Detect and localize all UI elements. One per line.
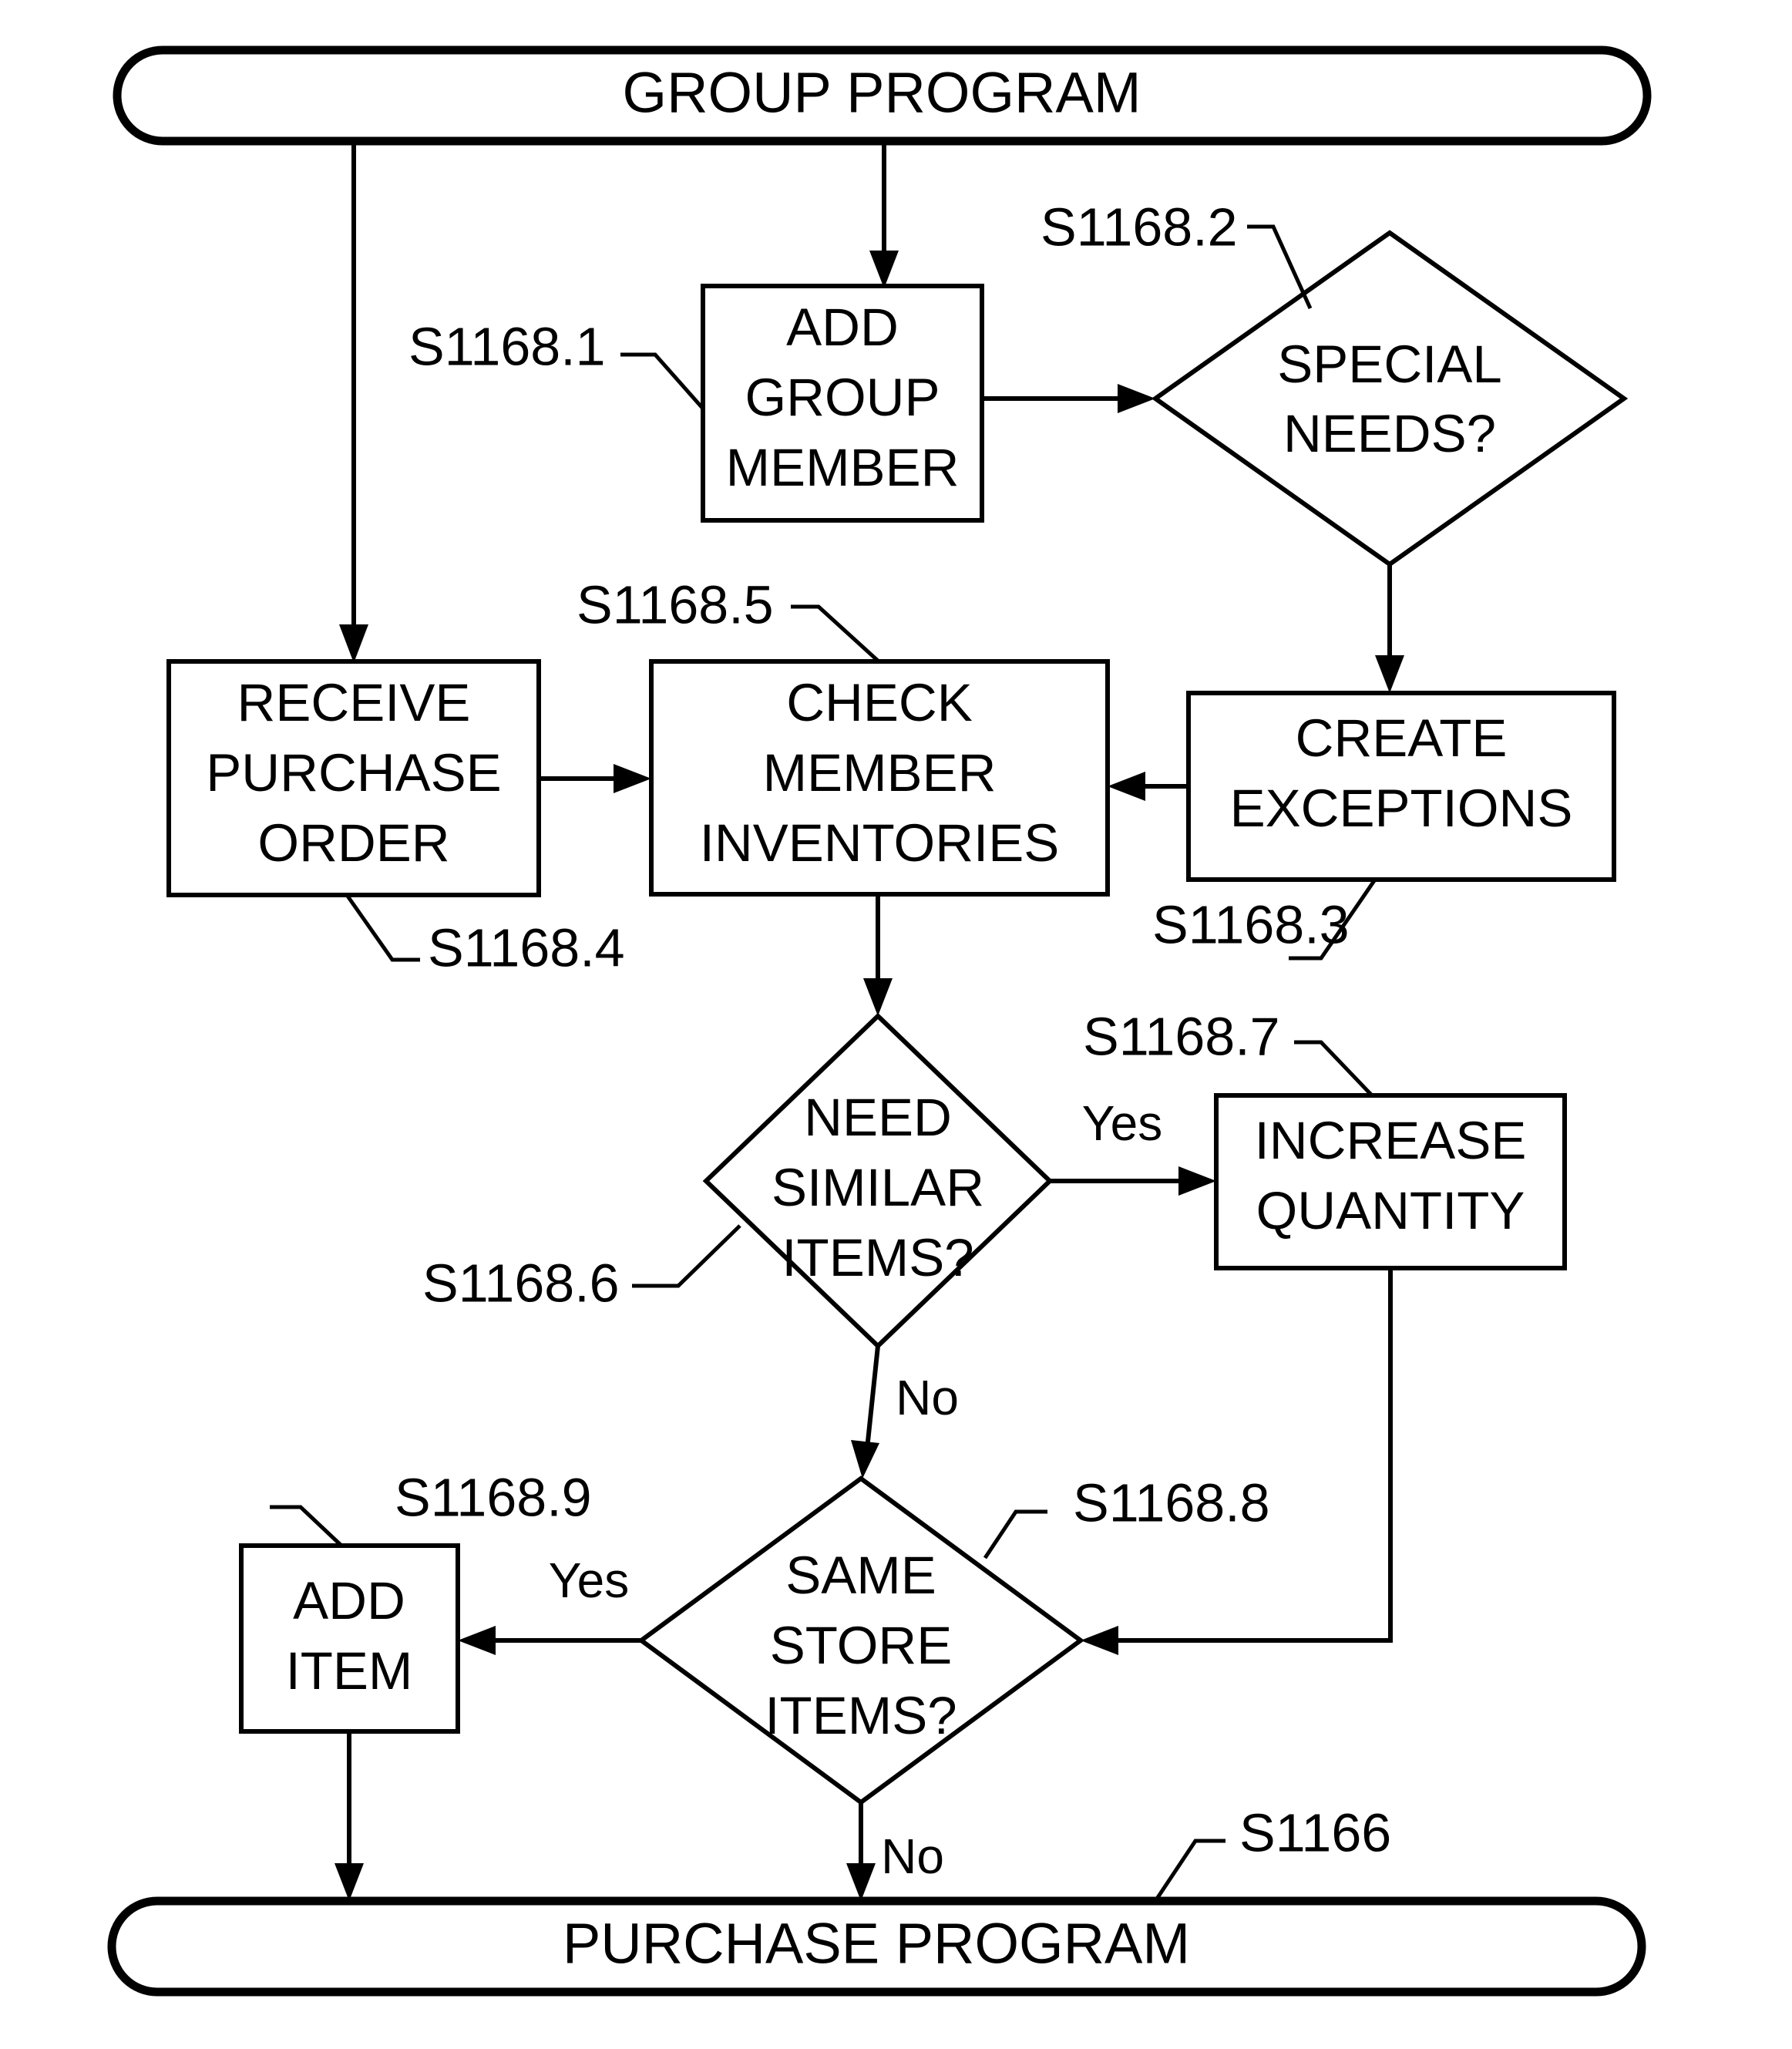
ref-label-s1168-7: S1168.7 — [1083, 1006, 1280, 1066]
process-receive-purchase-order: RECEIVE PURCHASE ORDER — [166, 659, 541, 897]
ref-label-s1168-1: S1168.1 — [408, 316, 606, 376]
increase-quantity-line1: INCREASE — [1255, 1111, 1527, 1170]
terminator-end-label: PURCHASE PROGRAM — [563, 1912, 1190, 1976]
process-create-exceptions: CREATE EXCEPTIONS — [1186, 691, 1616, 882]
terminator-start-label: GROUP PROGRAM — [623, 61, 1141, 125]
ref-callout-s1168-8: S1168.8 — [983, 1472, 1270, 1559]
special-needs-line1: SPECIAL — [1277, 335, 1501, 394]
ref-callout-s1168-2: S1168.2 — [1041, 197, 1313, 310]
ref-label-s1168-9: S1168.9 — [395, 1467, 592, 1527]
edge-need-similar-items-yes-to-increase-quantity: Yes — [1050, 1095, 1216, 1196]
terminator-purchase-program: PURCHASE PROGRAM — [107, 1896, 1646, 1997]
edge-increase-quantity-to-same-store-items — [1081, 1268, 1393, 1655]
need-similar-items-line1: NEED — [804, 1088, 952, 1147]
create-exceptions-line1: CREATE — [1296, 708, 1508, 768]
edge-create-exceptions-to-check-member-inventories — [1108, 772, 1189, 801]
check-member-inventories-line2: MEMBER — [763, 743, 997, 802]
ref-label-s1168-2: S1168.2 — [1041, 197, 1238, 257]
same-store-items-line3: ITEMS? — [765, 1686, 957, 1745]
edge-add-group-member-to-special-needs — [982, 384, 1155, 413]
receive-purchase-order-line1: RECEIVE — [237, 673, 471, 732]
edge-same-store-items-yes-to-add-item: Yes — [458, 1553, 641, 1655]
edge-receive-purchase-order-to-check-member-inventories — [539, 764, 651, 793]
same-store-items-line1: SAME — [785, 1546, 936, 1605]
check-member-inventories-line1: CHECK — [786, 673, 973, 732]
edge-start-to-receive-purchase-order — [339, 141, 368, 663]
flowchart-svg: GROUP PROGRAM ADD GROUP MEMBER SPECIAL N… — [107, 45, 1652, 1997]
edge-label-need-similar-no: No — [896, 1370, 959, 1425]
decision-same-store-items: SAME STORE ITEMS? — [637, 1475, 1085, 1805]
edge-label-same-store-yes: Yes — [549, 1553, 629, 1608]
add-item-line1: ADD — [293, 1571, 405, 1630]
need-similar-items-line2: SIMILAR — [772, 1158, 984, 1217]
need-similar-items-line3: ITEMS? — [782, 1228, 973, 1287]
edge-need-similar-items-no-to-same-store-items: No — [851, 1345, 959, 1479]
decision-need-similar-items: NEED SIMILAR ITEMS? — [702, 1012, 1054, 1350]
ref-label-s1168-4: S1168.4 — [428, 917, 625, 977]
special-needs-diamond — [1151, 230, 1629, 567]
ref-callout-s1168-6: S1168.6 — [422, 1224, 741, 1313]
edge-start-to-add-group-member — [869, 141, 899, 288]
edge-special-needs-to-create-exceptions — [1375, 564, 1404, 693]
add-item-line2: ITEM — [286, 1641, 413, 1701]
edge-same-store-items-no-to-purchase-program: No — [846, 1802, 944, 1901]
ref-label-s1168-3: S1168.3 — [1152, 894, 1350, 954]
process-increase-quantity: INCREASE QUANTITY — [1214, 1093, 1567, 1270]
receive-purchase-order-line2: PURCHASE — [206, 743, 501, 802]
ref-callout-s1168-4: S1168.4 — [345, 893, 625, 977]
edge-label-same-store-no: No — [881, 1829, 944, 1884]
process-check-member-inventories: CHECK MEMBER INVENTORIES — [649, 659, 1110, 897]
special-needs-line2: NEEDS? — [1283, 404, 1496, 463]
edge-check-member-inventories-to-need-similar-items — [863, 894, 893, 1016]
create-exceptions-line2: EXCEPTIONS — [1230, 779, 1573, 838]
flowchart-canvas: GROUP PROGRAM ADD GROUP MEMBER SPECIAL N… — [0, 0, 1792, 2049]
process-add-item: ADD ITEM — [239, 1543, 460, 1734]
ref-callout-s1168-7: S1168.7 — [1083, 1006, 1373, 1097]
ref-label-s1168-6: S1168.6 — [422, 1253, 620, 1313]
add-group-member-line2: GROUP — [745, 368, 940, 427]
ref-label-s1166: S1166 — [1239, 1802, 1391, 1862]
edge-label-need-similar-yes: Yes — [1082, 1095, 1162, 1151]
add-group-member-line3: MEMBER — [726, 438, 960, 497]
ref-callout-s1168-9: S1168.9 — [270, 1467, 592, 1547]
receive-purchase-order-line3: ORDER — [257, 813, 449, 873]
ref-callout-s1168-3: S1168.3 — [1152, 878, 1377, 961]
increase-quantity-line2: QUANTITY — [1256, 1181, 1525, 1240]
ref-callout-s1168-1: S1168.1 — [408, 316, 704, 410]
decision-special-needs: SPECIAL NEEDS? — [1151, 230, 1629, 567]
ref-label-s1168-5: S1168.5 — [577, 574, 774, 634]
process-add-group-member: ADD GROUP MEMBER — [701, 284, 984, 523]
ref-callout-s1168-5: S1168.5 — [577, 574, 880, 663]
ref-callout-s1166: S1166 — [1153, 1802, 1391, 1903]
ref-label-s1168-8: S1168.8 — [1073, 1472, 1270, 1533]
check-member-inventories-line3: INVENTORIES — [700, 813, 1060, 873]
terminator-group-program: GROUP PROGRAM — [113, 45, 1652, 146]
add-group-member-line1: ADD — [786, 298, 899, 357]
same-store-items-line2: STORE — [770, 1616, 952, 1675]
edge-add-item-to-purchase-program — [335, 1731, 364, 1901]
